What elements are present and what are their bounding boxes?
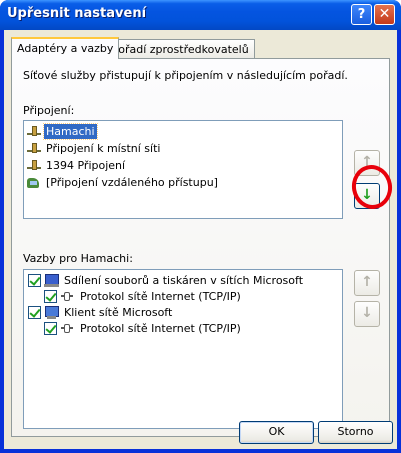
- move-connection-up-button[interactable]: ↑: [354, 150, 380, 176]
- connections-list[interactable]: Hamachi Připojení k místní síti 1394 Při…: [23, 120, 343, 219]
- binding-item[interactable]: Sdílení souborů a tiskáren v sítích Micr…: [28, 272, 305, 288]
- bindings-label: Vazby pro Hamachi:: [23, 252, 133, 265]
- help-button[interactable]: ?: [351, 4, 372, 25]
- list-item-label: Připojení k místní síti: [46, 141, 161, 155]
- network-connection-icon: [26, 124, 42, 138]
- list-item-label: 1394 Připojení: [46, 158, 126, 172]
- tab-panel: Síťové služby přistupují k připojením v …: [11, 58, 396, 437]
- binding-item-label: Sdílení souborů a tiskáren v sítích Micr…: [64, 273, 304, 287]
- binding-item[interactable]: Klient sítě Microsoft: [28, 304, 174, 320]
- dialog-window: Upřesnit nastavení ? ✕ Adaptéry a vazby …: [0, 0, 401, 453]
- binding-item[interactable]: Protokol sítě Internet (TCP/IP): [44, 288, 243, 304]
- bindings-list[interactable]: Sdílení souborů a tiskáren v sítích Micr…: [23, 269, 343, 429]
- binding-checkbox[interactable]: [44, 321, 57, 335]
- list-item[interactable]: 1394 Připojení: [26, 157, 127, 173]
- list-item-label: [Připojení vzdáleného přístupu]: [46, 175, 218, 189]
- binding-item-label: Klient sítě Microsoft: [64, 305, 173, 319]
- tab-adapters-bindings[interactable]: Adaptéry a vazby: [11, 37, 120, 59]
- protocol-icon: [60, 321, 76, 335]
- binding-checkbox[interactable]: [28, 305, 41, 319]
- close-button[interactable]: ✕: [374, 4, 395, 25]
- binding-item-label: Protokol sítě Internet (TCP/IP): [80, 321, 241, 335]
- list-item-label: Hamachi: [43, 122, 98, 140]
- network-connection-icon: [26, 158, 42, 172]
- binding-item[interactable]: Protokol sítě Internet (TCP/IP): [44, 320, 243, 336]
- move-binding-up-button[interactable]: ↑: [354, 270, 380, 296]
- dialog-client-area: Adaptéry a vazby Pořadí zprostředkovatel…: [4, 30, 397, 449]
- connections-label: Připojení:: [23, 104, 75, 117]
- list-item[interactable]: [Připojení vzdáleného přístupu]: [26, 174, 220, 190]
- binding-checkbox[interactable]: [44, 289, 57, 303]
- move-binding-down-button[interactable]: ↓: [354, 301, 380, 327]
- network-connection-icon: [26, 141, 42, 155]
- cancel-button[interactable]: Storno: [318, 421, 393, 444]
- title-bar[interactable]: Upřesnit nastavení ? ✕: [0, 0, 401, 30]
- network-client-icon: [44, 305, 60, 319]
- protocol-icon: [60, 289, 76, 303]
- file-printer-sharing-icon: [44, 273, 60, 287]
- list-item[interactable]: Připojení k místní síti: [26, 140, 162, 156]
- dialup-connection-icon: [26, 175, 42, 189]
- binding-item-label: Protokol sítě Internet (TCP/IP): [80, 289, 241, 303]
- description-text: Síťové služby přistupují k připojením v …: [23, 69, 348, 82]
- tab-provider-order[interactable]: Pořadí zprostředkovatelů: [106, 39, 255, 58]
- list-item[interactable]: Hamachi: [26, 122, 98, 140]
- move-connection-down-button[interactable]: ↓: [354, 183, 380, 209]
- window-title: Upřesnit nastavení: [7, 6, 147, 21]
- ok-button[interactable]: OK: [239, 421, 314, 444]
- binding-checkbox[interactable]: [28, 273, 41, 287]
